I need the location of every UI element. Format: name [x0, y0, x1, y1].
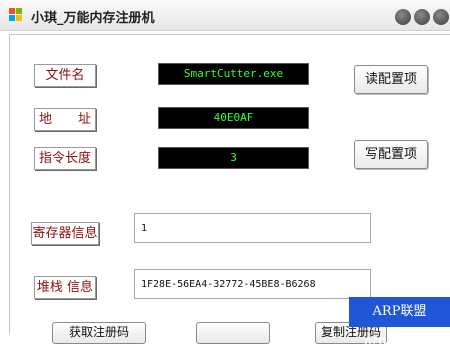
address-display: 40E0AF [158, 107, 309, 129]
maximize-icon[interactable] [414, 9, 430, 25]
close-icon[interactable] [433, 9, 449, 25]
register-info-label: 寄存器信息 [31, 222, 99, 245]
stack-info-label: 堆栈 信息 [34, 276, 96, 299]
write-config-button[interactable]: 写配置项 [354, 140, 428, 169]
file-name-label: 文件名 [34, 64, 96, 87]
window-title: 小琪_万能内存注册机 [31, 11, 155, 26]
instruction-length-label: 指令长度 [34, 147, 96, 170]
title-bar[interactable]: 小琪_万能内存注册机 [0, 0, 450, 31]
stack-info-input[interactable]: 1F28E-56EA4-32772-45BE8-B6268 [134, 269, 371, 299]
windows-logo-icon [9, 8, 23, 22]
minimize-icon[interactable] [395, 9, 411, 25]
middle-field[interactable] [196, 322, 270, 344]
address-label: 地 址 [34, 108, 96, 131]
instruction-length-display: 3 [158, 147, 309, 169]
app-window: 小琪_万能内存注册机 文件名 SmartCutter.exe 地 址 40E0A… [0, 0, 450, 349]
get-code-button[interactable]: 获取注册码 [52, 322, 146, 344]
register-info-input[interactable]: 1 [134, 213, 371, 243]
watermark-badge: ARP联盟 arpun.com [349, 297, 450, 349]
read-config-button[interactable]: 读配置项 [354, 65, 428, 94]
file-name-display: SmartCutter.exe [158, 63, 309, 85]
